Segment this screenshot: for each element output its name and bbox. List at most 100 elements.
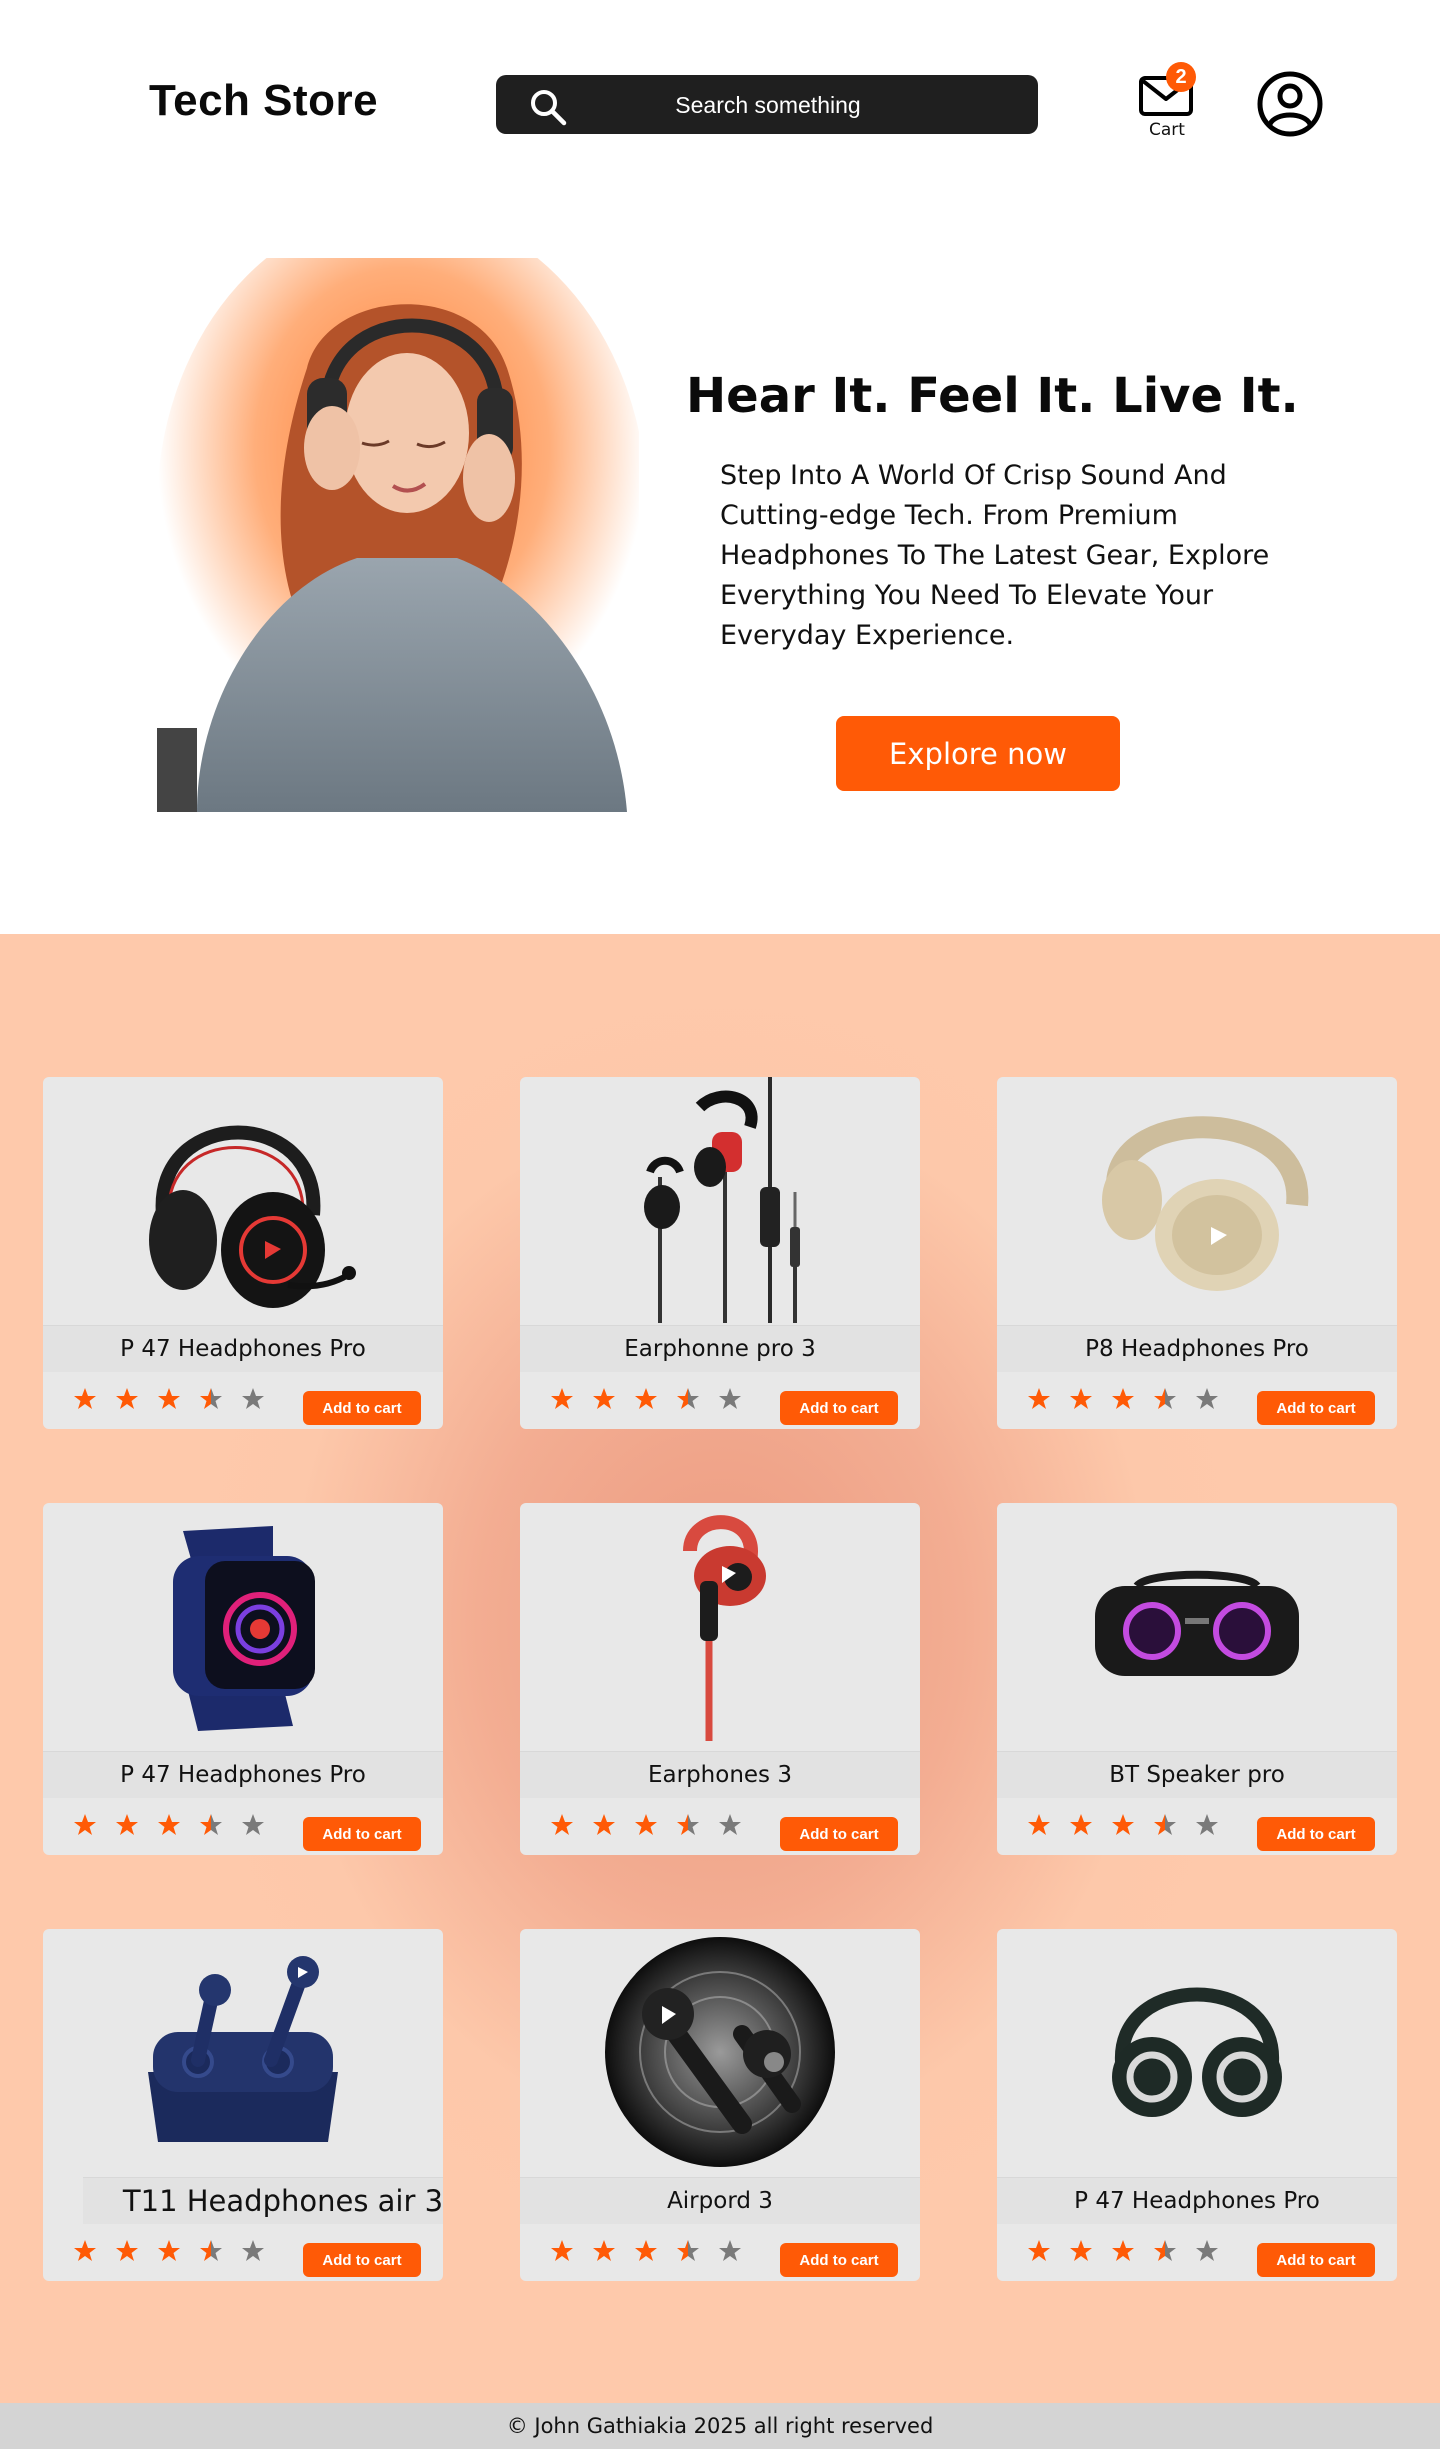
star-half-icon (200, 2240, 222, 2261)
rating-stars (1027, 1387, 1219, 1417)
star-empty-icon (242, 2240, 264, 2261)
rating-stars (550, 2239, 742, 2269)
star-half-icon (1154, 1814, 1176, 1835)
star-filled-icon (158, 1388, 180, 1409)
star-half-icon (677, 2240, 699, 2261)
star-filled-icon (593, 1814, 615, 1835)
rating-stars (550, 1813, 742, 1843)
user-profile-icon[interactable] (1256, 70, 1324, 138)
add-to-cart-button[interactable]: Add to cart (780, 1391, 898, 1425)
add-to-cart-button[interactable]: Add to cart (1257, 1817, 1375, 1851)
product-image[interactable] (43, 1503, 443, 1749)
cart-count-badge: 2 (1166, 62, 1196, 92)
product-card[interactable]: P8 Headphones Pro Add to cart (997, 1077, 1397, 1429)
hero-description: Step Into A World Of Crisp Sound And Cut… (720, 460, 1270, 651)
star-filled-icon (1112, 2240, 1134, 2261)
star-empty-icon (1196, 1814, 1218, 1835)
product-image[interactable] (43, 1929, 443, 2175)
wireless-earbuds-image (148, 1956, 338, 2142)
star-half-icon (677, 1814, 699, 1835)
search-icon[interactable] (528, 87, 568, 127)
star-filled-icon (593, 1388, 615, 1409)
star-filled-icon (116, 2240, 138, 2261)
cart-button[interactable]: 2 Cart (1136, 62, 1196, 144)
star-filled-icon (551, 1388, 573, 1409)
add-to-cart-button[interactable]: Add to cart (303, 2243, 421, 2277)
star-empty-icon (242, 1814, 264, 1835)
add-to-cart-button[interactable]: Add to cart (1257, 2243, 1375, 2277)
product-card[interactable]: Airpord 3 Add to cart (520, 1929, 920, 2281)
star-filled-icon (74, 1814, 96, 1835)
product-image[interactable] (520, 1077, 920, 1323)
product-card[interactable]: P 47 Headphones Pro Add to cart (43, 1077, 443, 1429)
star-filled-icon (1028, 1388, 1050, 1409)
star-empty-icon (1196, 2240, 1218, 2261)
star-filled-icon (158, 1814, 180, 1835)
star-filled-icon (593, 2240, 615, 2261)
star-filled-icon (158, 2240, 180, 2261)
product-card[interactable]: P 47 Headphones Pro Add to cart (43, 1503, 443, 1855)
smartwatch-image (173, 1526, 315, 1731)
product-card[interactable]: BT Speaker pro Add to cart (997, 1503, 1397, 1855)
search-input[interactable] (586, 75, 950, 136)
star-filled-icon (116, 1814, 138, 1835)
star-half-icon (677, 1388, 699, 1409)
product-image[interactable] (520, 1929, 920, 2175)
product-name[interactable]: P8 Headphones Pro (997, 1325, 1397, 1372)
cart-label: Cart (1149, 120, 1185, 140)
product-name[interactable]: P 47 Headphones Pro (43, 1751, 443, 1798)
hero-image (157, 258, 639, 812)
product-image[interactable] (997, 1929, 1397, 2175)
product-name[interactable]: T11 Headphones air 3 (83, 2177, 443, 2224)
product-name[interactable]: BT Speaker pro (997, 1751, 1397, 1798)
star-filled-icon (74, 2240, 96, 2261)
add-to-cart-button[interactable]: Add to cart (1257, 1391, 1375, 1425)
product-name[interactable]: Airpord 3 (520, 2177, 920, 2224)
product-card[interactable]: P 47 Headphones Pro Add to cart (997, 1929, 1397, 2281)
explore-now-button[interactable]: Explore now (836, 716, 1120, 791)
hero-title: Hear It. Feel It. Live It. (686, 368, 1299, 424)
product-image[interactable] (43, 1077, 443, 1323)
product-image[interactable] (997, 1077, 1397, 1323)
star-filled-icon (1070, 1814, 1092, 1835)
star-filled-icon (635, 1814, 657, 1835)
star-half-icon (200, 1388, 222, 1409)
rating-stars (1027, 2239, 1219, 2269)
star-filled-icon (551, 2240, 573, 2261)
add-to-cart-button[interactable]: Add to cart (780, 1817, 898, 1851)
star-empty-icon (719, 1814, 741, 1835)
product-card[interactable]: Earphonne pro 3 Add to cart (520, 1077, 920, 1429)
add-to-cart-button[interactable]: Add to cart (303, 1817, 421, 1851)
rating-stars (1027, 1813, 1219, 1843)
wired-earphones-image (644, 1077, 800, 1323)
gaming-headset-image (149, 1125, 356, 1308)
product-card[interactable]: T11 Headphones air 3 Add to cart (43, 1929, 443, 2281)
star-half-icon (1154, 2240, 1176, 2261)
star-empty-icon (1196, 1388, 1218, 1409)
beige-headphones-image (1102, 1116, 1309, 1291)
product-name[interactable]: P 47 Headphones Pro (997, 2177, 1397, 2224)
products-section: P 47 Headphones Pro Add to cart Earphonn… (0, 934, 1440, 2404)
star-filled-icon (635, 2240, 657, 2261)
star-filled-icon (1028, 1814, 1050, 1835)
rating-stars (73, 1387, 265, 1417)
search-bar[interactable] (496, 75, 1038, 136)
earbuds-disc-image (605, 1937, 835, 2167)
product-image[interactable] (520, 1503, 920, 1749)
star-filled-icon (551, 1814, 573, 1835)
product-name[interactable]: P 47 Headphones Pro (43, 1325, 443, 1372)
product-name[interactable]: Earphones 3 (520, 1751, 920, 1798)
star-filled-icon (116, 1388, 138, 1409)
add-to-cart-button[interactable]: Add to cart (303, 1391, 421, 1425)
star-filled-icon (74, 1388, 96, 1409)
star-half-icon (200, 1814, 222, 1835)
rating-stars (73, 1813, 265, 1843)
add-to-cart-button[interactable]: Add to cart (780, 2243, 898, 2277)
footer-copyright: © John Gathiakia 2025 all right reserved (0, 2403, 1440, 2449)
product-card[interactable]: Earphones 3 Add to cart (520, 1503, 920, 1855)
star-empty-icon (719, 1388, 741, 1409)
star-filled-icon (635, 1388, 657, 1409)
product-image[interactable] (997, 1503, 1397, 1749)
product-name[interactable]: Earphonne pro 3 (520, 1325, 920, 1372)
brand-logo[interactable]: Tech Store (149, 76, 378, 126)
